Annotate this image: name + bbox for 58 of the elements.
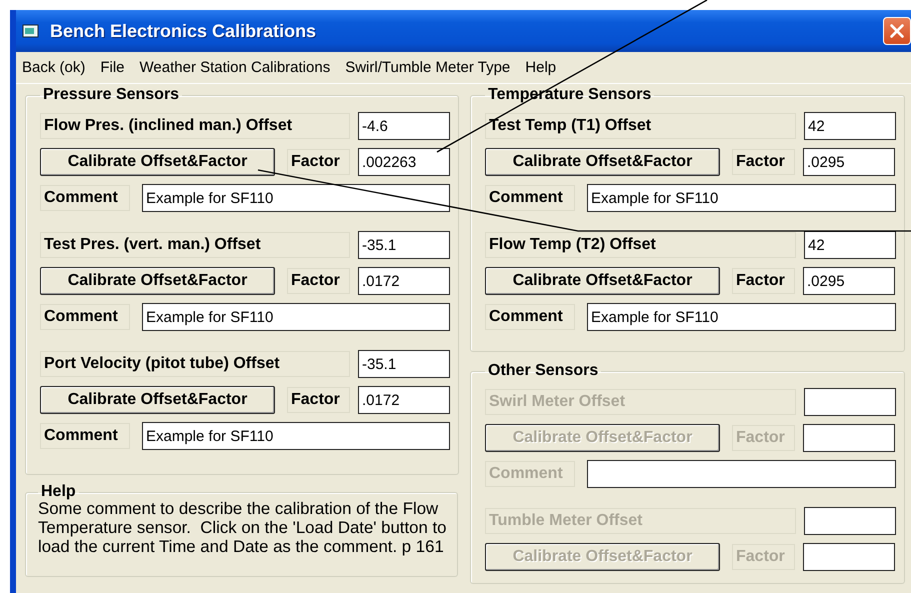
comment-field[interactable]: Example for SF110 bbox=[142, 303, 450, 331]
menu-item[interactable]: File bbox=[100, 59, 125, 76]
offset-field[interactable]: 42 bbox=[804, 112, 896, 140]
window-icon bbox=[22, 23, 40, 39]
comment-field[interactable]: Example for SF110 bbox=[587, 184, 896, 212]
calibrate-button[interactable]: Calibrate Offset&Factor bbox=[40, 386, 275, 414]
calibrate-button[interactable]: Calibrate Offset&Factor bbox=[485, 148, 720, 176]
factor-label: Factor bbox=[287, 387, 350, 413]
menu-item[interactable]: Back (ok) bbox=[22, 59, 86, 76]
factor-field[interactable]: .0172 bbox=[358, 267, 450, 295]
window-title: Bench Electronics Calibrations bbox=[50, 20, 316, 42]
group-title: Pressure Sensors bbox=[42, 86, 180, 104]
comment-label: Comment bbox=[40, 185, 130, 211]
group-title: Help bbox=[40, 485, 77, 499]
offset-label: Swirl Meter Offset bbox=[485, 389, 796, 415]
offset-label: Tumble Meter Offset bbox=[485, 508, 796, 534]
offset-label: Test Pres. (vert. man.) Offset bbox=[40, 232, 350, 258]
group-title: Other Sensors bbox=[487, 362, 600, 380]
factor-field[interactable] bbox=[803, 543, 895, 571]
comment-label: Comment bbox=[485, 461, 575, 487]
factor-label: Factor bbox=[732, 425, 795, 451]
factor-label: Factor bbox=[732, 149, 795, 175]
help-text: Some comment to describe the calibration of the Flow Temperature sensor. Click on the 'Load Date' button to load the current Time and Date as the comment. p 161 bbox=[38, 499, 448, 556]
offset-field[interactable]: 42 bbox=[804, 231, 896, 259]
menu-item[interactable]: Swirl/Tumble Meter Type bbox=[345, 59, 510, 76]
calibrate-button[interactable]: Calibrate Offset&Factor bbox=[40, 148, 275, 176]
factor-field[interactable]: .0172 bbox=[358, 386, 450, 414]
factor-label: Factor bbox=[732, 268, 795, 294]
menu-item[interactable]: Weather Station Calibrations bbox=[140, 59, 330, 76]
offset-label: Test Temp (T1) Offset bbox=[485, 113, 796, 139]
offset-label: Flow Temp (T2) Offset bbox=[485, 232, 796, 258]
comment-label: Comment bbox=[40, 304, 130, 330]
menu-item[interactable]: Help bbox=[525, 59, 556, 76]
factor-field[interactable] bbox=[803, 424, 895, 452]
factor-field[interactable]: .002263 bbox=[358, 148, 450, 176]
calibrate-button[interactable]: Calibrate Offset&Factor bbox=[485, 267, 720, 295]
offset-field[interactable] bbox=[804, 507, 896, 535]
factor-field[interactable]: .0295 bbox=[803, 267, 895, 295]
offset-label: Flow Pres. (inclined man.) Offset bbox=[40, 113, 350, 139]
comment-field[interactable]: Example for SF110 bbox=[587, 303, 896, 331]
offset-field[interactable]: -35.1 bbox=[358, 350, 450, 378]
close-icon bbox=[888, 22, 906, 40]
offset-field[interactable]: -4.6 bbox=[358, 112, 450, 140]
offset-field[interactable] bbox=[804, 388, 896, 416]
factor-label: Factor bbox=[732, 544, 795, 570]
comment-label: Comment bbox=[485, 304, 575, 330]
offset-label: Port Velocity (pitot tube) Offset bbox=[40, 351, 350, 377]
comment-field[interactable] bbox=[587, 460, 896, 488]
factor-field[interactable]: .0295 bbox=[803, 148, 895, 176]
calibrate-button[interactable]: Calibrate Offset&Factor bbox=[40, 267, 275, 295]
comment-label: Comment bbox=[40, 423, 130, 449]
comment-label: Comment bbox=[485, 185, 575, 211]
close-button[interactable] bbox=[883, 17, 911, 45]
factor-label: Factor bbox=[287, 149, 350, 175]
offset-field[interactable]: -35.1 bbox=[358, 231, 450, 259]
comment-field[interactable]: Example for SF110 bbox=[142, 422, 450, 450]
factor-label: Factor bbox=[287, 268, 350, 294]
comment-field[interactable]: Example for SF110 bbox=[142, 184, 450, 212]
